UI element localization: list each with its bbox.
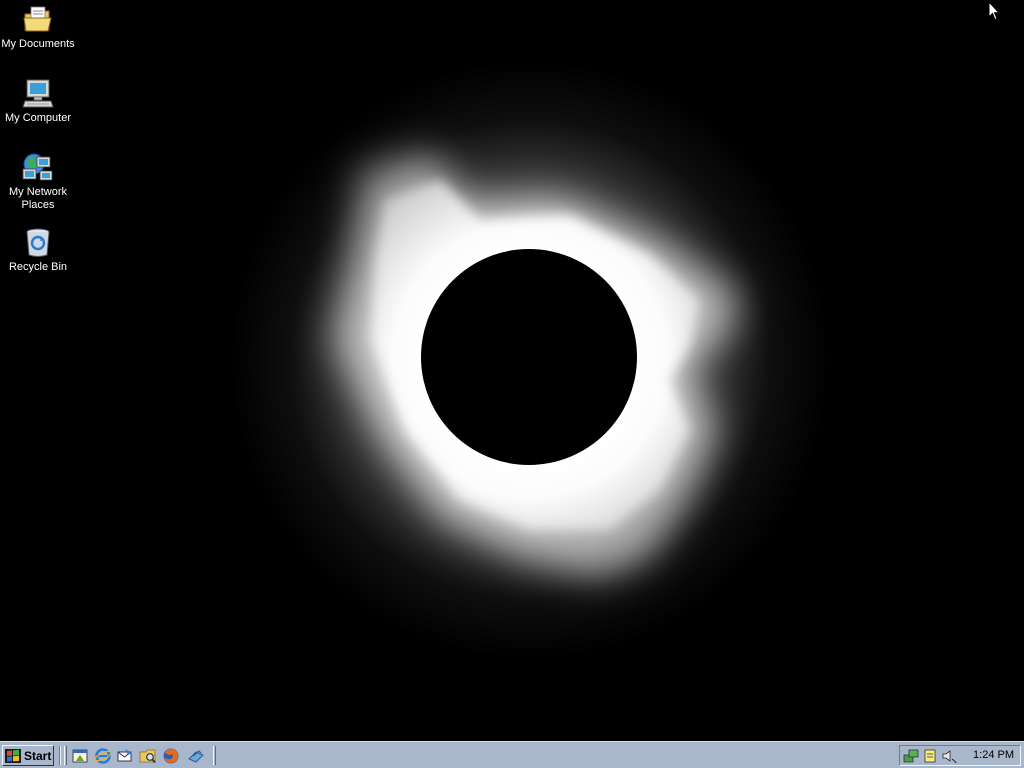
icon-label: My Network Places — [8, 186, 68, 211]
windows-logo-icon — [5, 748, 21, 763]
mouse-cursor-icon — [988, 1, 1000, 21]
start-button[interactable]: Start — [2, 745, 54, 766]
taskbar-buttons-grip[interactable] — [213, 746, 216, 765]
outlook-express-icon[interactable] — [116, 747, 134, 765]
firefox-icon[interactable] — [162, 747, 180, 765]
my-computer-icon — [22, 79, 54, 108]
taskbar-clock[interactable]: 1:24 PM — [973, 749, 1014, 761]
desktop-icon-my-documents[interactable]: My Documents — [0, 4, 76, 51]
start-label: Start — [24, 748, 52, 763]
volume-icon[interactable] — [941, 748, 957, 764]
desktop-icon-recycle-bin[interactable]: Recycle Bin — [0, 227, 76, 274]
system-tray: 1:24 PM — [899, 745, 1021, 766]
winscp-icon[interactable] — [187, 747, 205, 765]
my-documents-folder-icon — [23, 6, 52, 32]
icon-label: Recycle Bin — [8, 261, 68, 273]
quick-launch-grip[interactable] — [64, 746, 67, 765]
internet-explorer-icon[interactable] — [94, 747, 112, 765]
taskbar: Start 1:24 PM — [0, 741, 1024, 768]
icon-label: My Documents — [1, 38, 75, 50]
network-connection-icon[interactable] — [903, 748, 919, 764]
desktop-icon-my-network-places[interactable]: My Network Places — [0, 152, 76, 212]
notepad-tray-icon[interactable] — [922, 748, 938, 764]
network-places-icon — [22, 153, 53, 181]
eclipse-wallpaper — [0, 0, 1024, 741]
windows-explorer-icon[interactable] — [139, 747, 157, 765]
icon-label: My Computer — [4, 112, 72, 124]
desktop[interactable]: My Documents My Computer My Network Plac… — [0, 0, 1024, 741]
recycle-bin-icon — [26, 228, 50, 257]
show-desktop-icon[interactable] — [71, 747, 89, 765]
taskbar-separator — [59, 746, 61, 765]
desktop-icon-my-computer[interactable]: My Computer — [0, 78, 76, 125]
